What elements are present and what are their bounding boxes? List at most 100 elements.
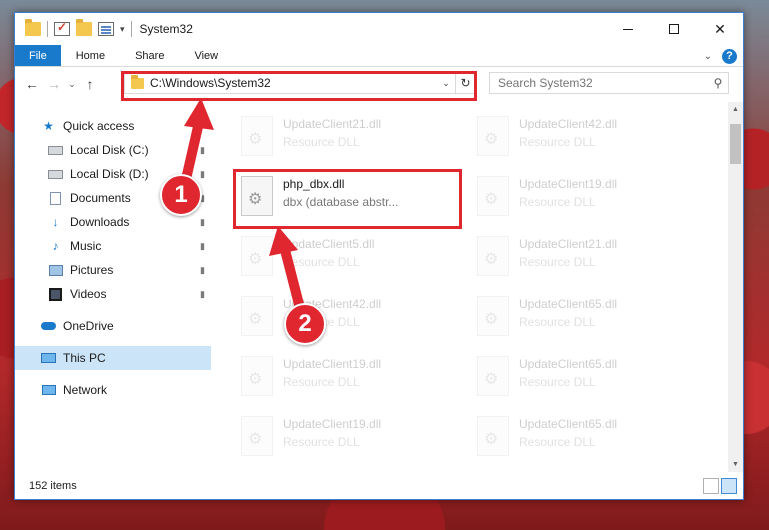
videos-icon xyxy=(48,287,63,301)
forward-button[interactable]: → xyxy=(43,76,65,92)
file-description: Resource DLL xyxy=(283,255,360,269)
sidebar-item-pictures[interactable]: Pictures ▮ xyxy=(15,258,211,282)
pin-icon[interactable]: ▮ xyxy=(200,145,205,156)
vertical-scrollbar[interactable]: ▲ ▼ xyxy=(728,102,743,472)
file-item[interactable]: UpdateClient42.dll Resource DLL xyxy=(235,290,455,344)
dll-file-icon xyxy=(241,416,273,456)
sidebar-item-onedrive[interactable]: OneDrive xyxy=(15,314,211,338)
file-item[interactable]: UpdateClient5.dll Resource DLL xyxy=(235,230,455,284)
folder-icon xyxy=(25,19,41,36)
file-name: UpdateClient42.dll xyxy=(519,117,618,131)
pin-icon[interactable]: ▮ xyxy=(200,241,205,252)
item-count: 152 items xyxy=(29,480,77,492)
up-button[interactable]: ↑ xyxy=(79,76,101,92)
pictures-icon xyxy=(48,264,63,277)
close-button[interactable]: ✕ xyxy=(697,13,743,45)
sidebar-item-local-disk-c[interactable]: Local Disk (C:) ▮ xyxy=(15,138,211,162)
dll-file-icon xyxy=(477,416,509,456)
file-item[interactable]: UpdateClient21.dll Resource DLL xyxy=(471,230,691,284)
file-item[interactable]: UpdateClient19.dll Resource DLL xyxy=(235,350,455,404)
network-icon xyxy=(41,384,56,397)
help-icon[interactable]: ? xyxy=(722,48,737,64)
file-name: UpdateClient65.dll xyxy=(519,357,618,371)
tab-view[interactable]: View xyxy=(179,45,233,66)
sidebar-item-quick-access[interactable]: ★ Quick access xyxy=(15,114,211,138)
window-title: System32 xyxy=(139,22,193,36)
dll-file-icon xyxy=(477,236,509,276)
maximize-icon xyxy=(669,24,679,34)
sidebar-item-music[interactable]: ♪ Music ▮ xyxy=(15,234,211,258)
file-item[interactable]: UpdateClient42.dll Resource DLL xyxy=(471,110,691,164)
pin-icon[interactable]: ▮ xyxy=(200,289,205,300)
sidebar-item-label: Quick access xyxy=(63,119,135,133)
onedrive-icon xyxy=(41,320,56,333)
search-icon[interactable]: ⚲ xyxy=(708,76,728,90)
window-controls: ✕ xyxy=(605,13,743,45)
tiles-view-icon[interactable] xyxy=(721,478,737,494)
search-input[interactable] xyxy=(498,76,708,90)
expand-ribbon-icon[interactable]: ⌄ xyxy=(704,51,712,62)
sidebar-item-label: Local Disk (D:) xyxy=(70,167,149,181)
dll-file-icon xyxy=(477,116,509,156)
details-view-icon[interactable] xyxy=(703,478,719,494)
file-name: UpdateClient21.dll xyxy=(283,117,382,131)
dll-file-icon xyxy=(241,296,273,336)
back-button[interactable]: ← xyxy=(21,76,43,92)
tab-file[interactable]: File xyxy=(15,45,61,66)
file-name: UpdateClient21.dll xyxy=(519,237,618,251)
view-properties-icon[interactable] xyxy=(98,22,114,36)
toolbar-separator xyxy=(130,21,132,37)
address-bar-highlight xyxy=(121,71,477,101)
sidebar-item-videos[interactable]: Videos ▮ xyxy=(15,282,211,306)
new-folder-icon[interactable] xyxy=(76,19,92,36)
file-description: Resource DLL xyxy=(519,315,596,329)
sidebar-item-this-pc[interactable]: This PC xyxy=(15,346,211,370)
file-name: UpdateClient19.dll xyxy=(519,177,618,191)
pin-icon[interactable]: ▮ xyxy=(200,265,205,276)
star-icon: ★ xyxy=(43,119,54,133)
status-bar: 152 items xyxy=(15,473,743,499)
file-description: Resource DLL xyxy=(519,255,596,269)
file-item[interactable]: UpdateClient19.dll Resource DLL xyxy=(471,170,691,224)
file-name: UpdateClient65.dll xyxy=(519,417,618,431)
tab-share[interactable]: Share xyxy=(120,45,179,66)
music-icon: ♪ xyxy=(52,239,59,253)
file-description: Resource DLL xyxy=(519,375,596,389)
recent-locations-dropdown[interactable]: ⌄ xyxy=(65,79,79,90)
pin-icon[interactable]: ▮ xyxy=(200,217,205,228)
pin-icon[interactable]: ▮ xyxy=(200,169,205,180)
file-item[interactable]: UpdateClient65.dll Resource DLL xyxy=(471,290,691,344)
view-toggle xyxy=(703,478,737,494)
properties-check-icon[interactable] xyxy=(54,20,70,36)
title-bar: ▾ System32 ✕ xyxy=(15,13,743,45)
minimize-button[interactable] xyxy=(605,13,651,45)
scroll-down-icon[interactable]: ▼ xyxy=(728,457,743,472)
file-description: Resource DLL xyxy=(519,195,596,209)
sidebar-item-label: Network xyxy=(63,383,108,397)
sidebar-item-network[interactable]: Network xyxy=(15,378,211,402)
sidebar-item-label: This PC xyxy=(63,351,106,365)
tab-home[interactable]: Home xyxy=(61,45,120,66)
customize-toolbar-dropdown[interactable]: ▾ xyxy=(120,24,125,35)
file-name: UpdateClient19.dll xyxy=(283,357,382,371)
scroll-up-icon[interactable]: ▲ xyxy=(728,102,743,117)
dll-file-icon xyxy=(477,356,509,396)
dll-file-icon xyxy=(241,356,273,396)
file-item[interactable]: UpdateClient21.dll Resource DLL xyxy=(235,110,455,164)
search-box[interactable]: ⚲ xyxy=(489,72,729,94)
dll-file-icon xyxy=(477,176,509,216)
maximize-button[interactable] xyxy=(651,13,697,45)
quick-access-toolbar: ▾ xyxy=(15,13,132,45)
dll-file-icon xyxy=(241,236,273,276)
documents-icon xyxy=(48,191,63,205)
navigation-pane: ★ Quick access Local Disk (C:) ▮ Local D… xyxy=(15,102,211,472)
dll-file-icon xyxy=(241,116,273,156)
scrollbar-thumb[interactable] xyxy=(730,124,741,164)
file-item[interactable]: UpdateClient65.dll Resource DLL xyxy=(471,410,691,464)
file-item[interactable]: UpdateClient19.dll Resource DLL xyxy=(235,410,455,464)
file-description: Resource DLL xyxy=(283,135,360,149)
file-highlight xyxy=(233,169,462,229)
file-item[interactable]: UpdateClient65.dll Resource DLL xyxy=(471,350,691,404)
